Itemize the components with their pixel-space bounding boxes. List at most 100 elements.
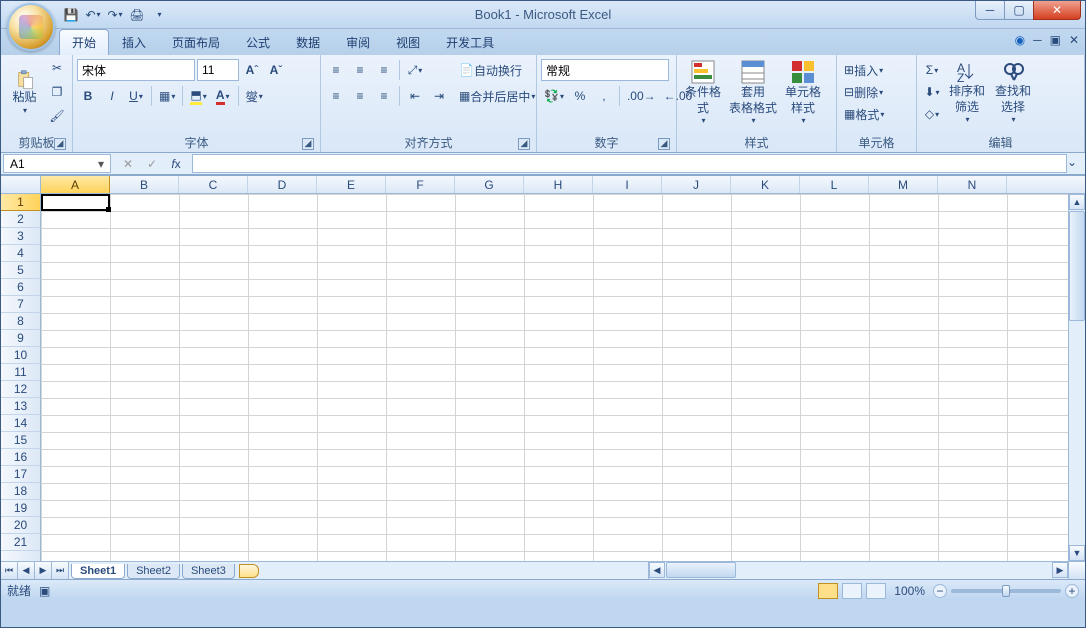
format-table-button[interactable]: 套用 表格格式▾ xyxy=(727,57,779,129)
row-head-8[interactable]: 8 xyxy=(1,313,40,330)
autosum-button[interactable]: Σ▾ xyxy=(921,59,943,81)
first-sheet-icon[interactable]: ⏮ xyxy=(1,562,18,579)
cut-icon[interactable]: ✂ xyxy=(46,57,68,79)
italic-button[interactable]: I xyxy=(101,85,123,107)
col-head-G[interactable]: G xyxy=(455,176,524,193)
zoom-in-button[interactable]: + xyxy=(1065,584,1079,598)
number-format-combo[interactable] xyxy=(541,59,669,81)
percent-format-icon[interactable]: % xyxy=(569,85,591,107)
fill-color-button[interactable]: ⬒▾ xyxy=(187,85,209,107)
zoom-out-button[interactable]: − xyxy=(933,584,947,598)
tab-页面布局[interactable]: 页面布局 xyxy=(159,29,233,55)
active-cell[interactable] xyxy=(41,194,110,211)
select-all-corner[interactable] xyxy=(1,176,41,193)
col-head-E[interactable]: E xyxy=(317,176,386,193)
row-head-13[interactable]: 13 xyxy=(1,398,40,415)
tab-插入[interactable]: 插入 xyxy=(109,29,159,55)
row-head-1[interactable]: 1 xyxy=(1,194,40,211)
tab-公式[interactable]: 公式 xyxy=(233,29,283,55)
v-scroll-thumb[interactable] xyxy=(1069,211,1085,321)
find-select-button[interactable]: 查找和 选择▾ xyxy=(991,57,1035,129)
tab-审阅[interactable]: 审阅 xyxy=(333,29,383,55)
last-sheet-icon[interactable]: ⏭ xyxy=(52,562,69,579)
row-head-16[interactable]: 16 xyxy=(1,449,40,466)
sheet-tab-Sheet1[interactable]: Sheet1 xyxy=(71,564,125,579)
align-bottom-icon[interactable]: ≡ xyxy=(373,59,395,81)
row-head-19[interactable]: 19 xyxy=(1,500,40,517)
tab-开发工具[interactable]: 开发工具 xyxy=(433,29,507,55)
col-head-H[interactable]: H xyxy=(524,176,593,193)
row-head-6[interactable]: 6 xyxy=(1,279,40,296)
row-head-18[interactable]: 18 xyxy=(1,483,40,500)
row-head-2[interactable]: 2 xyxy=(1,211,40,228)
font-size-combo[interactable] xyxy=(197,59,239,81)
sheet-tab-Sheet3[interactable]: Sheet3 xyxy=(182,564,235,579)
format-painter-icon[interactable]: 🖌 xyxy=(46,105,68,127)
row-head-17[interactable]: 17 xyxy=(1,466,40,483)
bold-button[interactable]: B xyxy=(77,85,99,107)
row-head-9[interactable]: 9 xyxy=(1,330,40,347)
undo-icon[interactable]: ↶▾ xyxy=(83,5,103,25)
align-right-icon[interactable]: ≡ xyxy=(373,85,395,107)
scroll-up-icon[interactable]: ▲ xyxy=(1069,194,1085,210)
fill-button[interactable]: ⬇▾ xyxy=(921,81,943,103)
row-head-10[interactable]: 10 xyxy=(1,347,40,364)
decrease-font-icon[interactable]: Aˇ xyxy=(265,59,287,81)
tab-开始[interactable]: 开始 xyxy=(59,29,109,55)
scroll-down-icon[interactable]: ▼ xyxy=(1069,545,1085,561)
cell-styles-button[interactable]: 单元格 样式▾ xyxy=(781,57,825,129)
copy-icon[interactable]: ❐ xyxy=(46,81,68,103)
row-head-3[interactable]: 3 xyxy=(1,228,40,245)
minimize-button[interactable]: ─ xyxy=(975,1,1005,20)
col-head-F[interactable]: F xyxy=(386,176,455,193)
row-head-21[interactable]: 21 xyxy=(1,534,40,551)
fx-icon[interactable]: fx xyxy=(165,155,187,173)
enter-formula-icon[interactable]: ✓ xyxy=(141,155,163,173)
insert-cells-button[interactable]: ⊞插入▾ xyxy=(841,59,911,81)
row-head-15[interactable]: 15 xyxy=(1,432,40,449)
col-head-L[interactable]: L xyxy=(800,176,869,193)
border-button[interactable]: ▦▾ xyxy=(156,85,178,107)
expand-formula-icon[interactable]: ⌄ xyxy=(1061,153,1083,171)
format-cells-button[interactable]: ▦格式▾ xyxy=(841,103,911,125)
orientation-icon[interactable]: ⤢▾ xyxy=(404,59,426,81)
minimize-doc-button[interactable]: ─ xyxy=(1033,33,1042,47)
col-head-M[interactable]: M xyxy=(869,176,938,193)
row-head-20[interactable]: 20 xyxy=(1,517,40,534)
conditional-format-button[interactable]: 条件格式▾ xyxy=(681,57,725,129)
row-head-5[interactable]: 5 xyxy=(1,262,40,279)
col-head-N[interactable]: N xyxy=(938,176,1007,193)
increase-decimal-icon[interactable]: .00→ xyxy=(624,85,659,107)
font-dialog-icon[interactable]: ◢ xyxy=(302,138,314,150)
cancel-formula-icon[interactable]: ✕ xyxy=(117,155,139,173)
save-icon[interactable]: 💾 xyxy=(61,5,81,25)
font-name-combo[interactable] xyxy=(77,59,195,81)
normal-view-icon[interactable] xyxy=(818,583,838,599)
align-left-icon[interactable]: ≡ xyxy=(325,85,347,107)
alignment-dialog-icon[interactable]: ◢ xyxy=(518,138,530,150)
sheet-tab-Sheet2[interactable]: Sheet2 xyxy=(127,564,180,579)
col-head-B[interactable]: B xyxy=(110,176,179,193)
col-head-I[interactable]: I xyxy=(593,176,662,193)
col-head-A[interactable]: A xyxy=(41,176,110,193)
formula-input[interactable] xyxy=(192,154,1067,173)
macro-record-icon[interactable]: ▣ xyxy=(39,584,50,598)
number-dialog-icon[interactable]: ◢ xyxy=(658,138,670,150)
accounting-format-icon[interactable]: 💱▾ xyxy=(541,85,567,107)
col-head-J[interactable]: J xyxy=(662,176,731,193)
align-top-icon[interactable]: ≡ xyxy=(325,59,347,81)
clear-button[interactable]: ◇▾ xyxy=(921,103,943,125)
sort-filter-button[interactable]: AZ 排序和 筛选▾ xyxy=(945,57,989,129)
align-center-icon[interactable]: ≡ xyxy=(349,85,371,107)
col-head-D[interactable]: D xyxy=(248,176,317,193)
close-doc-button[interactable]: ✕ xyxy=(1069,33,1079,47)
tab-数据[interactable]: 数据 xyxy=(283,29,333,55)
page-break-view-icon[interactable] xyxy=(866,583,886,599)
font-color-button[interactable]: A▾ xyxy=(212,85,234,107)
delete-cells-button[interactable]: ⊟删除▾ xyxy=(841,81,911,103)
cells-area[interactable] xyxy=(41,194,1085,561)
col-head-C[interactable]: C xyxy=(179,176,248,193)
paste-button[interactable]: 粘贴▾ xyxy=(5,57,44,129)
align-middle-icon[interactable]: ≡ xyxy=(349,59,371,81)
qat-custom-icon[interactable]: 🖨 xyxy=(127,5,147,25)
